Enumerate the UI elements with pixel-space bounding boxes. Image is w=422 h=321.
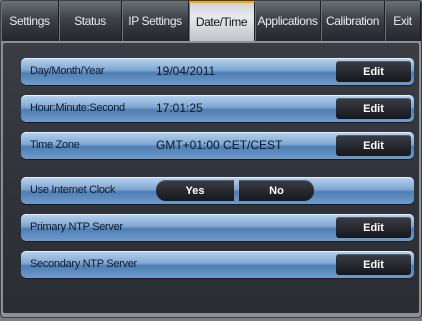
tab-bar: Settings Status IP Settings Date/Time Ap… [1, 1, 421, 41]
timezone-label: Time Zone [30, 139, 80, 151]
tab-date-time[interactable]: Date/Time [189, 1, 255, 41]
edit-secondary-ntp-button[interactable]: Edit [336, 254, 411, 275]
primary-ntp-label: Primary NTP Server [30, 221, 123, 233]
tab-calibration[interactable]: Calibration [321, 1, 385, 41]
secondary-ntp-row: Secondary NTP Server Edit [21, 251, 414, 278]
internet-clock-yes-button[interactable]: Yes [156, 180, 234, 201]
device-window: Settings Status IP Settings Date/Time Ap… [0, 0, 422, 318]
timezone-value: GMT+01:00 CET/CEST [156, 138, 283, 152]
tab-applications[interactable]: Applications [255, 1, 321, 41]
secondary-ntp-label: Secondary NTP Server [30, 258, 137, 270]
date-time-panel: Day/Month/Year 19/04/2011 Edit Hour:Minu… [3, 43, 419, 313]
time-value: 17:01:25 [156, 101, 203, 115]
internet-clock-no-button[interactable]: No [239, 180, 314, 201]
tab-exit[interactable]: Exit [385, 1, 421, 41]
date-row: Day/Month/Year 19/04/2011 Edit [21, 58, 414, 85]
internet-clock-row: Use Internet Clock Yes No [21, 177, 414, 204]
time-label: Hour:Minute:Second [30, 102, 125, 114]
edit-date-button[interactable]: Edit [336, 61, 411, 82]
internet-clock-label: Use Internet Clock [30, 184, 116, 196]
primary-ntp-row: Primary NTP Server Edit [21, 214, 414, 241]
timezone-row: Time Zone GMT+01:00 CET/CEST Edit [21, 132, 414, 159]
edit-timezone-button[interactable]: Edit [336, 135, 411, 156]
tab-ip-settings[interactable]: IP Settings [122, 1, 189, 41]
edit-time-button[interactable]: Edit [336, 98, 411, 119]
time-row: Hour:Minute:Second 17:01:25 Edit [21, 95, 414, 122]
tab-status[interactable]: Status [59, 1, 122, 41]
edit-primary-ntp-button[interactable]: Edit [336, 217, 411, 238]
date-value: 19/04/2011 [156, 64, 216, 78]
tab-settings[interactable]: Settings [1, 1, 59, 41]
date-label: Day/Month/Year [30, 65, 105, 77]
